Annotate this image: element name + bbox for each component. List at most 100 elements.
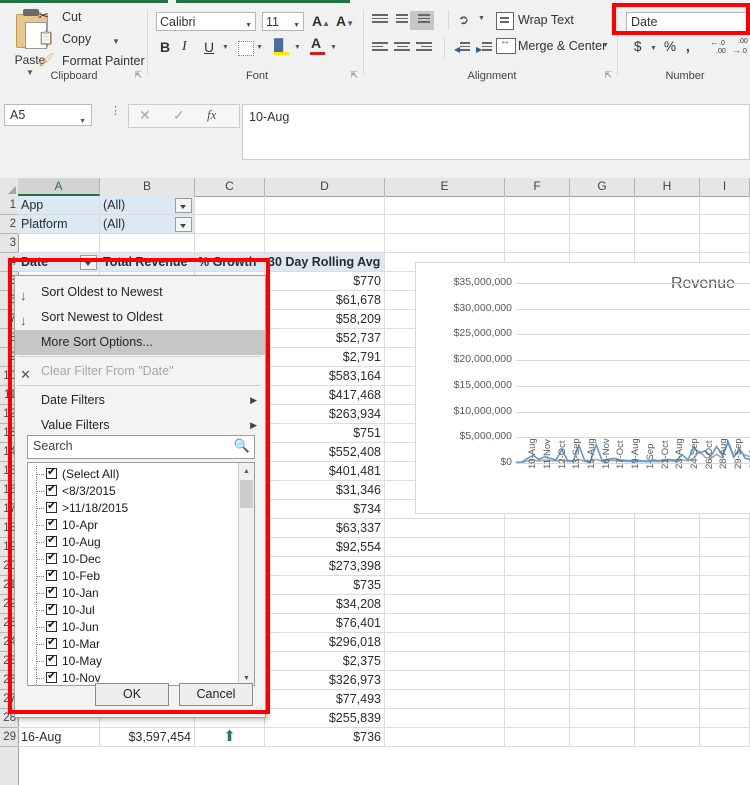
grid-cell-empty[interactable] — [505, 709, 570, 728]
grid-cell-empty[interactable] — [505, 652, 570, 671]
rolling-avg-cell[interactable]: $736 — [265, 728, 385, 747]
align-middle-icon[interactable] — [394, 14, 410, 26]
grid-cell-empty[interactable] — [385, 538, 505, 557]
rolling-avg-cell[interactable]: $735 — [265, 576, 385, 595]
grid-cell-empty[interactable] — [700, 595, 750, 614]
currency-dropdown-caret-icon[interactable]: ▼ — [650, 45, 657, 52]
grid-cell-empty[interactable] — [505, 690, 570, 709]
clipboard-dialog-launcher-icon[interactable]: ⇱ — [134, 70, 142, 81]
grid-cell-empty[interactable] — [505, 728, 570, 747]
grid-cell-empty[interactable] — [385, 215, 505, 234]
rolling-avg-cell[interactable]: $273,398 — [265, 557, 385, 576]
shrink-font-button[interactable]: A▼ — [336, 13, 354, 29]
grid-cell-empty[interactable] — [700, 576, 750, 595]
column-header-b[interactable]: B — [100, 178, 195, 196]
font-name-combo[interactable]: Calibri ▼ — [156, 12, 256, 31]
grid-cell-empty[interactable] — [18, 234, 100, 253]
grid-cell-empty[interactable] — [700, 690, 750, 709]
pivot-filter-label-platform[interactable]: Platform — [18, 215, 100, 234]
grid-cell-empty[interactable] — [700, 557, 750, 576]
rolling-avg-cell[interactable]: $61,678 — [265, 291, 385, 310]
grid-cell-empty[interactable] — [385, 671, 505, 690]
alignment-dialog-launcher-icon[interactable]: ⇱ — [604, 70, 612, 81]
merge-center-label[interactable]: Merge & Center — [518, 39, 606, 53]
grid-cell-empty[interactable] — [505, 595, 570, 614]
column-header-h[interactable]: H — [635, 178, 700, 196]
cancel-formula-icon[interactable]: ✕ — [139, 107, 151, 124]
column-header-a[interactable]: A — [18, 178, 100, 196]
merge-dropdown-caret-icon[interactable]: ▼ — [602, 42, 609, 49]
chevron-down-icon[interactable]: ▼ — [79, 112, 86, 132]
grid-cell-empty[interactable] — [635, 595, 700, 614]
grid-cell-empty[interactable] — [385, 519, 505, 538]
rolling-avg-cell[interactable]: $58,209 — [265, 310, 385, 329]
grid-cell-empty[interactable] — [505, 576, 570, 595]
column-header-e[interactable]: E — [385, 178, 505, 196]
column-header-f[interactable]: F — [505, 178, 570, 196]
column-field-header-3[interactable]: 30 Day Rolling Avg — [265, 253, 385, 272]
italic-button[interactable]: I — [182, 39, 187, 55]
grid-cell-empty[interactable] — [700, 234, 750, 253]
chevron-down-icon[interactable]: ▼ — [245, 18, 252, 34]
rolling-avg-cell[interactable]: $77,493 — [265, 690, 385, 709]
grid-cell-empty[interactable] — [635, 538, 700, 557]
wrap-text-icon[interactable] — [496, 12, 514, 30]
comma-format-button[interactable]: , — [686, 39, 690, 54]
grid-cell-empty[interactable] — [505, 538, 570, 557]
grid-cell-empty[interactable] — [700, 633, 750, 652]
orientation-icon[interactable]: ➲ — [456, 11, 471, 29]
grid-cell-empty[interactable] — [570, 652, 635, 671]
row-header-1[interactable]: 1 — [0, 196, 18, 215]
grid-cell-empty[interactable] — [570, 196, 635, 215]
revenue-chart[interactable]: Revenue $35,000,000$30,000,000$25,000,00… — [415, 262, 750, 514]
borders-icon[interactable] — [238, 41, 254, 56]
grid-cell-empty[interactable] — [700, 614, 750, 633]
grid-cell-empty[interactable] — [385, 595, 505, 614]
grid-cell-empty[interactable] — [700, 215, 750, 234]
currency-format-button[interactable]: $ — [634, 39, 642, 54]
align-center-icon[interactable] — [394, 42, 410, 54]
grid-cell-empty[interactable] — [570, 709, 635, 728]
rolling-avg-cell[interactable]: $255,839 — [265, 709, 385, 728]
bold-button[interactable]: B — [160, 39, 170, 55]
grid-cell-empty[interactable] — [505, 633, 570, 652]
grid-cell-empty[interactable] — [635, 633, 700, 652]
grid-cell-empty[interactable] — [635, 196, 700, 215]
grid-cell-empty[interactable] — [195, 234, 265, 253]
decrease-decimal-icon[interactable]: .00 →.0 — [732, 38, 748, 56]
grow-font-button[interactable]: A▲ — [312, 13, 330, 29]
rolling-avg-cell[interactable]: $326,973 — [265, 671, 385, 690]
grid-cell-empty[interactable] — [385, 709, 505, 728]
grid-cell-empty[interactable] — [635, 519, 700, 538]
font-dialog-launcher-icon[interactable]: ⇱ — [350, 70, 358, 81]
grid-cell-empty[interactable] — [505, 519, 570, 538]
grid-cell-empty[interactable] — [385, 652, 505, 671]
grid-cell-empty[interactable] — [385, 690, 505, 709]
grid-cell-empty[interactable] — [385, 614, 505, 633]
row-header-2[interactable]: 2 — [0, 215, 18, 234]
rolling-avg-cell[interactable]: $263,934 — [265, 405, 385, 424]
grid-cell-empty[interactable] — [505, 614, 570, 633]
grid-cell-empty[interactable] — [385, 728, 505, 747]
orientation-dropdown-caret-icon[interactable]: ▼ — [478, 15, 485, 22]
font-size-combo[interactable]: 11 ▼ — [262, 12, 304, 31]
font-color-dropdown-caret-icon[interactable]: ▼ — [330, 44, 337, 51]
increase-decimal-icon[interactable]: ←.0 .00 — [710, 38, 726, 56]
grid-cell-empty[interactable] — [265, 196, 385, 215]
grid-cell-empty[interactable] — [385, 576, 505, 595]
grid-cell-empty[interactable] — [505, 215, 570, 234]
enter-formula-icon[interactable]: ✓ — [173, 107, 185, 124]
grid-cell-empty[interactable] — [100, 234, 195, 253]
rolling-avg-cell[interactable]: $34,208 — [265, 595, 385, 614]
rolling-avg-cell[interactable]: $63,337 — [265, 519, 385, 538]
wrap-text-label[interactable]: Wrap Text — [518, 13, 574, 27]
grid-cell-empty[interactable] — [635, 709, 700, 728]
grid-cell-empty[interactable] — [635, 576, 700, 595]
rolling-avg-cell[interactable]: $583,164 — [265, 367, 385, 386]
grid-cell-empty[interactable] — [385, 196, 505, 215]
increase-indent-icon[interactable]: ▶ — [476, 42, 492, 54]
grid-cell-empty[interactable] — [505, 196, 570, 215]
underline-dropdown-caret-icon[interactable]: ▼ — [222, 44, 229, 51]
font-color-icon[interactable]: A — [310, 37, 326, 56]
copy-button[interactable]: 📋 Copy ▼ — [62, 32, 91, 46]
